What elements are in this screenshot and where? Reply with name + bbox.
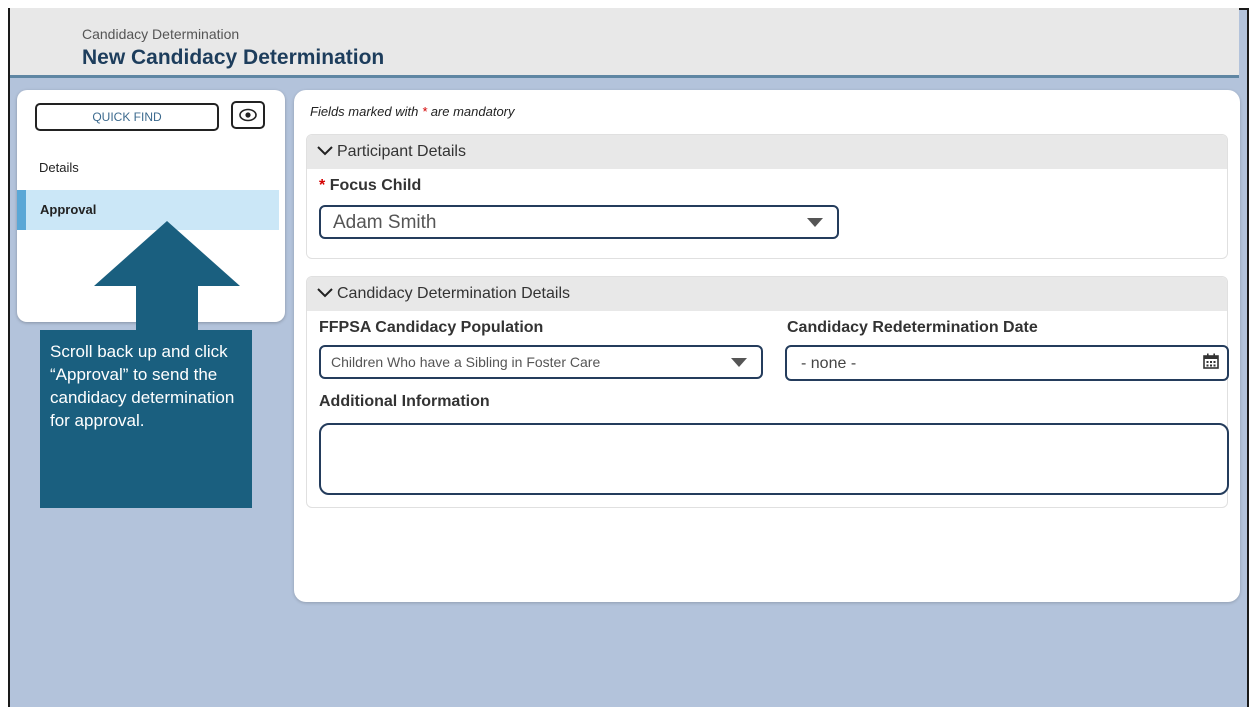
participant-details-header[interactable]: Participant Details (307, 135, 1227, 169)
up-arrow-icon (94, 221, 240, 331)
page-header: Candidacy Determination New Candidacy De… (10, 8, 1239, 78)
main-panel: Fields marked with * are mandatory Parti… (294, 90, 1240, 602)
instruction-callout: Scroll back up and click “Approval” to s… (40, 330, 252, 508)
page-title: New Candidacy Determination (82, 46, 385, 69)
date-value: - none - (801, 355, 857, 372)
sidebar-item-details[interactable]: Details (39, 160, 79, 175)
redetermination-date-input[interactable]: - none - (785, 345, 1229, 381)
required-star: * (422, 104, 428, 119)
breadcrumb: Candidacy Determination (82, 26, 240, 42)
population-select[interactable]: Children Who have a Sibling in Foster Ca… (319, 345, 763, 379)
required-star: * (319, 177, 326, 194)
participant-details-section: Participant Details * Focus Child Adam S… (306, 134, 1228, 259)
section-title: Participant Details (337, 143, 466, 160)
dropdown-caret-icon (807, 218, 823, 227)
eye-icon[interactable] (231, 101, 265, 129)
section-title: Candidacy Determination Details (337, 285, 570, 302)
additional-info-textarea[interactable] (319, 423, 1229, 495)
candidacy-details-section: Candidacy Determination Details FFPSA Ca… (306, 276, 1229, 508)
additional-info-label: Additional Information (319, 393, 490, 410)
focus-child-label: * Focus Child (319, 177, 422, 194)
mandatory-note: Fields marked with * are mandatory (310, 104, 515, 119)
focus-child-select[interactable]: Adam Smith (319, 205, 839, 239)
candidacy-details-header[interactable]: Candidacy Determination Details (307, 277, 1227, 311)
calendar-icon[interactable] (1203, 353, 1219, 374)
population-value: Children Who have a Sibling in Foster Ca… (331, 354, 601, 370)
dropdown-caret-icon (731, 358, 747, 367)
mandatory-suffix: are mandatory (430, 104, 515, 119)
mandatory-prefix: Fields marked with (310, 104, 419, 119)
redetermination-label: Candidacy Redetermination Date (787, 319, 1038, 336)
chevron-down-icon (317, 146, 333, 156)
focus-child-value: Adam Smith (333, 212, 437, 233)
chevron-down-icon (317, 288, 333, 298)
population-label: FFPSA Candidacy Population (319, 319, 544, 336)
quick-find-button[interactable]: QUICK FIND (35, 103, 219, 131)
